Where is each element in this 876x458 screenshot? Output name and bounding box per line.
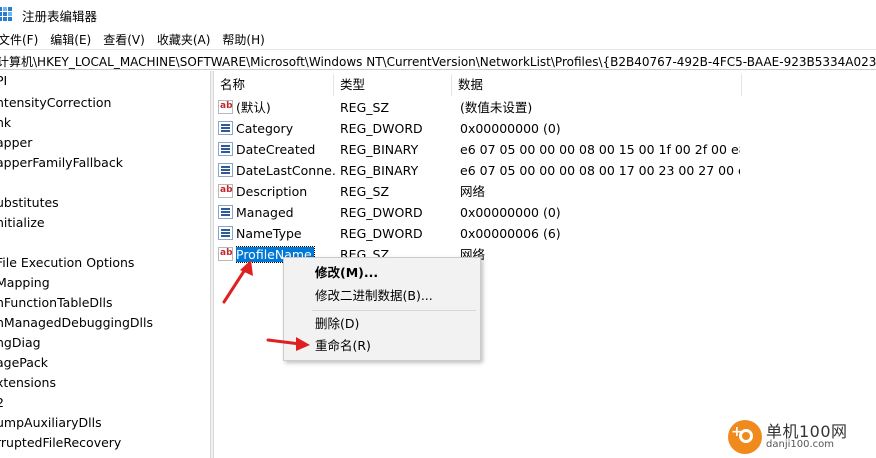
tree-item[interactable]: Mapping (0, 273, 50, 293)
binary-value-icon (218, 121, 233, 135)
tree-item[interactable]: apperFamilyFallback (0, 153, 123, 173)
value-data: 网络 (460, 184, 486, 199)
value-data: 0x00000006 (6) (460, 226, 561, 241)
value-type: REG_DWORD (340, 121, 423, 136)
ctx-modify[interactable]: 修改(M)... (315, 262, 378, 284)
string-value-icon: ab (218, 184, 233, 198)
value-row[interactable]: DateCreated REG_BINARY e6 07 05 00 00 00… (214, 139, 876, 160)
binary-value-icon (218, 163, 233, 177)
value-row[interactable]: Category REG_DWORD 0x00000000 (0) (214, 118, 876, 139)
value-name: NameType (236, 226, 302, 241)
value-data: 0x00000000 (0) (460, 121, 561, 136)
value-row[interactable]: Managed REG_DWORD 0x00000000 (0) (214, 202, 876, 223)
tree-item[interactable]: 2 (0, 393, 4, 413)
ctx-rename[interactable]: 重命名(R) (315, 335, 371, 357)
value-row[interactable]: DateLastConne... REG_BINARY e6 07 05 00 … (214, 160, 876, 181)
menu-help[interactable]: 帮助(H) (222, 29, 264, 49)
value-row[interactable]: NameType REG_DWORD 0x00000006 (6) (214, 223, 876, 244)
tree-item[interactable]: ntensityCorrection (0, 93, 111, 113)
value-data: 0x00000000 (0) (460, 205, 561, 220)
tree-item[interactable]: rruptedFileRecovery (0, 433, 121, 453)
ctx-separator (312, 310, 476, 311)
watermark-url: danji100.com (766, 439, 834, 450)
value-name: Managed (236, 205, 294, 220)
site-watermark: + 单机100网 danji100.com (724, 418, 876, 458)
ctx-modify-binary[interactable]: 修改二进制数据(B)... (315, 285, 433, 307)
value-name: Description (236, 184, 308, 199)
annotation-arrow-right (266, 337, 310, 351)
menu-file[interactable]: 文件(F) (0, 29, 38, 49)
menu-view[interactable]: 查看(V) (103, 29, 145, 49)
menu-edit[interactable]: 编辑(E) (50, 29, 91, 49)
value-data: e6 07 05 00 00 00 08 00 17 00 23 00 27 0… (460, 163, 740, 178)
tree-item[interactable]: agePack (0, 353, 48, 373)
menu-bar: 文件(F) 编辑(E) 查看(V) 收藏夹(A) 帮助(H) (0, 29, 876, 49)
value-name: Category (236, 121, 294, 136)
regedit-app-icon (0, 7, 12, 21)
binary-value-icon (218, 142, 233, 156)
annotation-arrow-up (222, 260, 253, 304)
tree-item[interactable]: nFunctionTableDlls (0, 293, 113, 313)
value-name: DateLastConne... (236, 163, 336, 178)
tree-item[interactable]: apper (0, 133, 32, 153)
tree-item[interactable]: xtensions (0, 373, 56, 393)
value-data: e6 07 05 00 00 00 08 00 15 00 1f 00 2f 0… (460, 142, 740, 157)
ctx-delete[interactable]: 删除(D) (315, 313, 359, 335)
column-header-data[interactable]: 数据 (452, 74, 742, 96)
value-type: REG_DWORD (340, 205, 423, 220)
binary-value-icon (218, 226, 233, 240)
window-title: 注册表编辑器 (22, 9, 98, 24)
value-type: REG_SZ (340, 100, 390, 115)
watermark-plus-icon: + (731, 424, 743, 440)
address-bar[interactable]: 计算机\HKEY_LOCAL_MACHINE\SOFTWARE\Microsof… (0, 49, 876, 70)
tree-item[interactable]: umpAuxiliaryDlls (0, 413, 102, 433)
tree-item[interactable]: PI (0, 71, 7, 91)
tree-item[interactable]: ngDiag (0, 333, 41, 353)
value-type: REG_DWORD (340, 226, 423, 241)
value-type: REG_BINARY (340, 142, 419, 157)
value-data: (数值未设置) (460, 100, 533, 115)
value-row[interactable]: ab Description REG_SZ 网络 (214, 181, 876, 202)
column-header-type[interactable]: 类型 (334, 74, 452, 96)
value-row[interactable]: ab (默认) REG_SZ (数值未设置) (214, 97, 876, 118)
value-name: (默认) (236, 100, 271, 115)
column-header-name[interactable]: 名称 (214, 74, 334, 96)
tree-item[interactable]: File Execution Options (0, 253, 134, 273)
string-value-icon: ab (218, 100, 233, 114)
address-path[interactable]: 计算机\HKEY_LOCAL_MACHINE\SOFTWARE\Microsof… (0, 53, 876, 69)
title-bar: 注册表编辑器 (0, 0, 876, 28)
list-header: 名称 类型 数据 (214, 74, 876, 96)
key-tree[interactable]: PI ntensityCorrection nk apper apperFami… (0, 71, 210, 458)
tree-item[interactable]: ubstitutes (0, 193, 59, 213)
value-data: 网络 (460, 247, 486, 262)
tree-item[interactable]: nitialize (0, 213, 45, 233)
value-type: REG_SZ (340, 184, 390, 199)
value-name: DateCreated (236, 142, 316, 157)
tree-item[interactable]: nManagedDebuggingDlls (0, 313, 153, 333)
menu-favorites[interactable]: 收藏夹(A) (157, 29, 211, 49)
tree-item[interactable]: nk (0, 113, 11, 133)
value-type: REG_BINARY (340, 163, 419, 178)
binary-value-icon (218, 205, 233, 219)
